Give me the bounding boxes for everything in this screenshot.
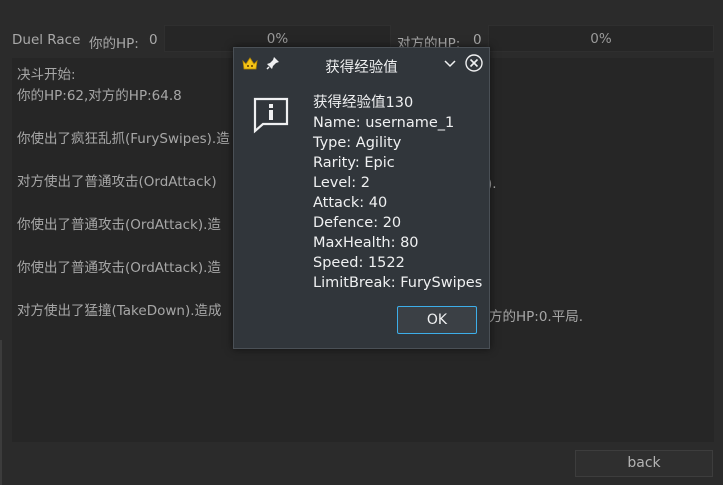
- back-button[interactable]: back: [575, 450, 713, 477]
- stat-defence: Defence: 20: [313, 215, 402, 231]
- stat-type: Type: Agility: [313, 135, 402, 151]
- stat-limitbreak: LimitBreak: FurySwipes: [313, 275, 483, 291]
- my-hp-percent: 0%: [266, 31, 289, 47]
- chevron-down-icon[interactable]: [443, 57, 457, 75]
- my-hp-label: 你的HP:: [89, 36, 139, 52]
- stat-maxhealth: MaxHealth: 80: [313, 235, 419, 251]
- close-icon[interactable]: [465, 54, 483, 76]
- dialog-message: 获得经验值130 Name: username_1 Type: Agility …: [313, 93, 482, 293]
- stat-name: Name: username_1: [313, 115, 455, 131]
- stat-level: Level: 2: [313, 175, 370, 191]
- log-line-tail: 方的HP:0.平局.: [489, 309, 584, 325]
- stat-attack: Attack: 40: [313, 195, 388, 211]
- game-title: Duel Race: [12, 32, 81, 48]
- window-edge: [0, 340, 2, 485]
- ok-button[interactable]: OK: [397, 306, 477, 334]
- opp-hp-progress: 0%: [488, 25, 714, 52]
- opp-hp-value: 0: [473, 32, 482, 48]
- my-hp-value: 0: [149, 32, 158, 48]
- stat-speed: Speed: 1522: [313, 255, 405, 271]
- info-icon: [252, 96, 290, 138]
- stat-rarity: Rarity: Epic: [313, 155, 395, 171]
- dialog-heading: 获得经验值130: [313, 95, 414, 111]
- experience-dialog: 获得经验值 获得经验值130 Name: username_1 Type: Ag…: [233, 47, 490, 349]
- dialog-titlebar[interactable]: 获得经验值: [234, 48, 489, 81]
- opp-hp-percent: 0%: [590, 31, 612, 47]
